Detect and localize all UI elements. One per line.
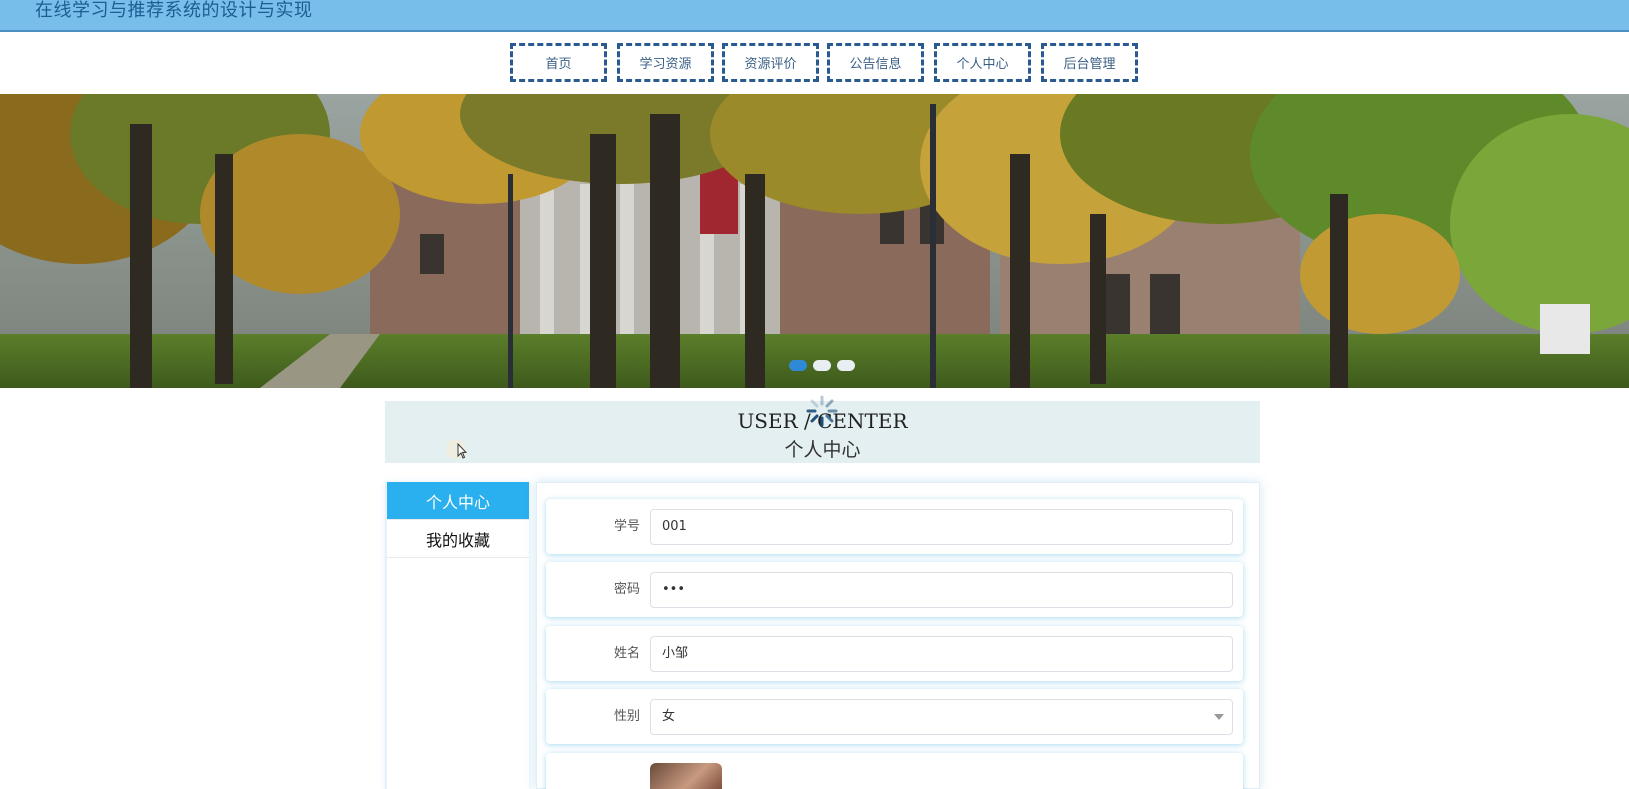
carousel-dot-3[interactable]	[837, 360, 855, 371]
password-label: 密码	[613, 582, 640, 597]
campus-photo	[0, 94, 1629, 388]
side-menu: 个人中心 我的收藏	[385, 482, 529, 789]
student-id-input[interactable]: 001	[650, 509, 1233, 545]
side-item-personal-center[interactable]: 个人中心	[387, 482, 529, 520]
carousel-dot-2[interactable]	[813, 360, 831, 371]
side-item-my-favorites[interactable]: 我的收藏	[387, 520, 529, 558]
top-header-bar: 在线学习与推荐系统的设计与实现	[0, 0, 1629, 32]
carousel-dots	[789, 360, 855, 372]
nav-item-resource-review[interactable]: 资源评价	[722, 43, 819, 82]
mouse-cursor-icon	[446, 440, 467, 459]
gender-selected-value: 女	[662, 709, 676, 724]
app-title: 在线学习与推荐系统的设计与实现	[35, 0, 313, 21]
carousel-dot-1[interactable]	[789, 360, 807, 371]
form-row-avatar	[546, 753, 1243, 789]
avatar[interactable]	[650, 763, 722, 789]
gender-select[interactable]: 女	[650, 699, 1233, 735]
loading-spinner-icon	[806, 395, 838, 427]
gender-label: 性别	[613, 709, 640, 724]
nav-item-admin[interactable]: 后台管理	[1041, 43, 1138, 82]
heading-chinese: 个人中心	[784, 439, 861, 461]
form-row-name: 姓名 小邹	[546, 626, 1243, 681]
nav-item-personal-center[interactable]: 个人中心	[934, 43, 1031, 82]
form-row-gender: 性别 女	[546, 689, 1243, 744]
main-nav: 首页 学习资源 资源评价 公告信息 个人中心 后台管理	[0, 43, 1629, 83]
nav-item-home[interactable]: 首页	[510, 43, 607, 82]
student-id-label: 学号	[613, 519, 640, 534]
name-label: 姓名	[613, 646, 640, 661]
form-row-student-id: 学号 001	[546, 499, 1243, 554]
name-input[interactable]: 小邹	[650, 636, 1233, 672]
banner-carousel	[0, 94, 1629, 388]
form-row-password: 密码 •••	[546, 562, 1243, 617]
nav-item-announcements[interactable]: 公告信息	[827, 43, 924, 82]
profile-form-panel: 学号 001 密码 ••• 姓名 小邹 性别 女	[536, 482, 1260, 789]
chevron-down-icon	[1214, 714, 1224, 720]
password-input[interactable]: •••	[650, 572, 1233, 608]
nav-item-learning-resources[interactable]: 学习资源	[617, 43, 714, 82]
